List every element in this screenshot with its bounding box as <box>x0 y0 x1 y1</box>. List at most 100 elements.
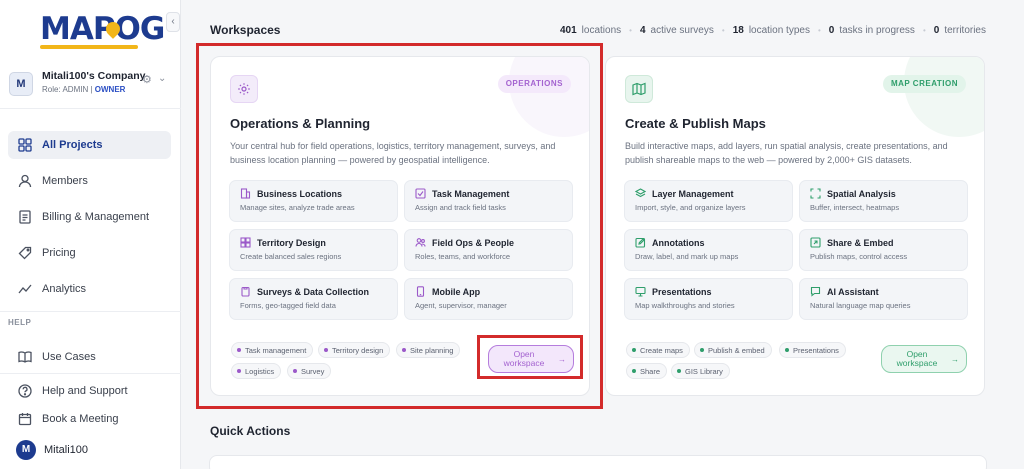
mapog-logo[interactable]: MAPOG <box>40 12 165 49</box>
company-avatar: M <box>9 72 33 96</box>
trend-icon <box>17 281 33 297</box>
gear-icon[interactable]: ⚙ <box>142 73 152 86</box>
sidebar-item-label: Billing & Management <box>42 211 150 223</box>
avatar[interactable]: M <box>16 440 36 460</box>
tag-territory-design: Territory design <box>318 342 391 358</box>
sidebar-item-label: Use Cases <box>42 351 96 363</box>
sidebar-item-use-cases[interactable]: Use Cases <box>8 343 171 371</box>
stat-territories: 0 territories <box>933 25 986 36</box>
feature-layer-management[interactable]: Layer Management Import, style, and orga… <box>624 180 793 222</box>
sidebar-item-label: Help and Support <box>42 385 128 397</box>
sidebar-item-help-support[interactable]: Help and Support <box>8 377 171 405</box>
share-icon <box>810 237 821 248</box>
tag-survey: Survey <box>287 363 332 379</box>
feature-presentations[interactable]: Presentations Map walkthroughs and stori… <box>624 278 793 320</box>
sidebar-item-pricing[interactable]: Pricing <box>8 239 171 267</box>
tag-publish-embed: Publish & embed <box>694 342 772 358</box>
help-section-label: HELP <box>8 318 32 327</box>
page-title: Workspaces <box>210 23 281 37</box>
card-description: Build interactive maps, add layers, run … <box>625 141 948 165</box>
feature-business-locations[interactable]: Business Locations Manage sites, analyze… <box>229 180 398 222</box>
tag-share: Share <box>626 363 668 379</box>
card-title: Create & Publish Maps <box>625 116 766 131</box>
feature-share-embed[interactable]: Share & Embed Publish maps, control acce… <box>799 229 968 271</box>
sidebar-item-label: Pricing <box>42 247 76 259</box>
logo-text: MAPOG <box>40 11 165 47</box>
card-decoration <box>904 57 984 137</box>
user-icon <box>17 173 33 189</box>
grid-icon <box>240 237 251 248</box>
stat-tasks-in-progress: 0 tasks in progress <box>828 25 915 36</box>
edit-icon <box>635 237 646 248</box>
phone-icon <box>415 286 426 297</box>
open-workspace-button[interactable]: Open workspace → <box>881 345 967 373</box>
card-badge: MAP CREATION <box>882 75 966 93</box>
stat-active-surveys: 4 active surveys <box>639 25 714 36</box>
tag-gis-library: GIS Library <box>671 363 730 379</box>
people-icon <box>415 237 426 248</box>
workspace-card-maps[interactable]: MAP CREATION Create & Publish Maps Build… <box>605 56 985 396</box>
owner-label: OWNER <box>94 85 126 94</box>
feature-territory-design[interactable]: Territory Design Create balanced sales r… <box>229 229 398 271</box>
sidebar-item-members[interactable]: Members <box>8 167 171 195</box>
card-decoration <box>509 57 589 137</box>
arrow-right-icon: → <box>558 354 566 364</box>
checkbox-icon <box>415 188 426 199</box>
scan-icon <box>810 188 821 199</box>
sidebar-item-billing[interactable]: Billing & Management <box>8 203 171 231</box>
user-name[interactable]: Mitali100 <box>44 444 88 456</box>
divider <box>0 373 181 374</box>
sidebar-item-label: Members <box>42 175 88 187</box>
sidebar-item-all-projects[interactable]: All Projects <box>8 131 171 159</box>
tag-icon <box>17 245 33 261</box>
card-badge: OPERATIONS <box>497 75 571 93</box>
feature-spatial-analysis[interactable]: Spatial Analysis Buffer, intersect, heat… <box>799 180 968 222</box>
company-name: Mitali100's Company <box>42 70 146 82</box>
feature-surveys[interactable]: Surveys & Data Collection Forms, geo-tag… <box>229 278 398 320</box>
tag-site-planning: Site planning <box>396 342 461 358</box>
tag-create-maps: Create maps <box>626 342 690 358</box>
map-icon <box>625 75 653 103</box>
sidebar-item-analytics[interactable]: Analytics <box>8 275 171 303</box>
layers-icon <box>635 188 646 199</box>
quick-actions-title: Quick Actions <box>210 424 291 438</box>
question-icon <box>17 383 33 399</box>
collapse-sidebar-button[interactable]: ‹ <box>166 12 180 32</box>
feature-ai-assistant[interactable]: AI Assistant Natural language map querie… <box>799 278 968 320</box>
building-icon <box>240 188 251 199</box>
logo-underline <box>40 45 138 49</box>
feature-mobile-app[interactable]: Mobile App Agent, supervisor, manager <box>404 278 573 320</box>
company-role: Role: ADMIN | OWNER <box>42 85 126 94</box>
tag-presentations: Presentations <box>779 342 846 358</box>
sidebar-item-label: All Projects <box>42 139 103 151</box>
monitor-icon <box>635 286 646 297</box>
open-workspace-button[interactable]: Open workspace → <box>488 345 574 373</box>
feature-field-ops[interactable]: Field Ops & People Roles, teams, and wor… <box>404 229 573 271</box>
card-title: Operations & Planning <box>230 116 371 131</box>
card-description: Your central hub for field operations, l… <box>230 141 556 165</box>
document-icon <box>17 209 33 225</box>
clipboard-icon <box>240 286 251 297</box>
stat-location-types: 18 location types <box>732 25 810 36</box>
sidebar-item-label: Analytics <box>42 283 87 295</box>
feature-annotations[interactable]: Annotations Draw, label, and mark up map… <box>624 229 793 271</box>
arrow-right-icon: → <box>951 354 959 364</box>
workspace-stats: 401 locations • 4 active surveys • 18 locat… <box>560 25 986 36</box>
calendar-icon <box>17 411 33 427</box>
separator-dot: • <box>922 26 926 35</box>
separator-dot: • <box>817 26 821 35</box>
tag-task-management: Task management <box>231 342 314 358</box>
stat-locations: 401 locations <box>559 25 622 36</box>
chevron-down-icon[interactable]: ⌄ <box>158 73 166 84</box>
book-icon <box>17 349 33 365</box>
divider <box>0 108 181 109</box>
grid-icon <box>17 137 33 153</box>
feature-task-management[interactable]: Task Management Assign and track field t… <box>404 180 573 222</box>
separator-dot: • <box>629 26 632 35</box>
quick-actions-panel <box>209 455 987 469</box>
workspace-card-operations[interactable]: OPERATIONS Operations & Planning Your ce… <box>210 56 590 396</box>
gear-icon <box>230 75 258 103</box>
divider <box>0 311 181 312</box>
company-switcher[interactable]: M Mitali100's Company Role: ADMIN | OWNE… <box>8 64 176 104</box>
sidebar-item-book-meeting[interactable]: Book a Meeting <box>8 405 171 433</box>
